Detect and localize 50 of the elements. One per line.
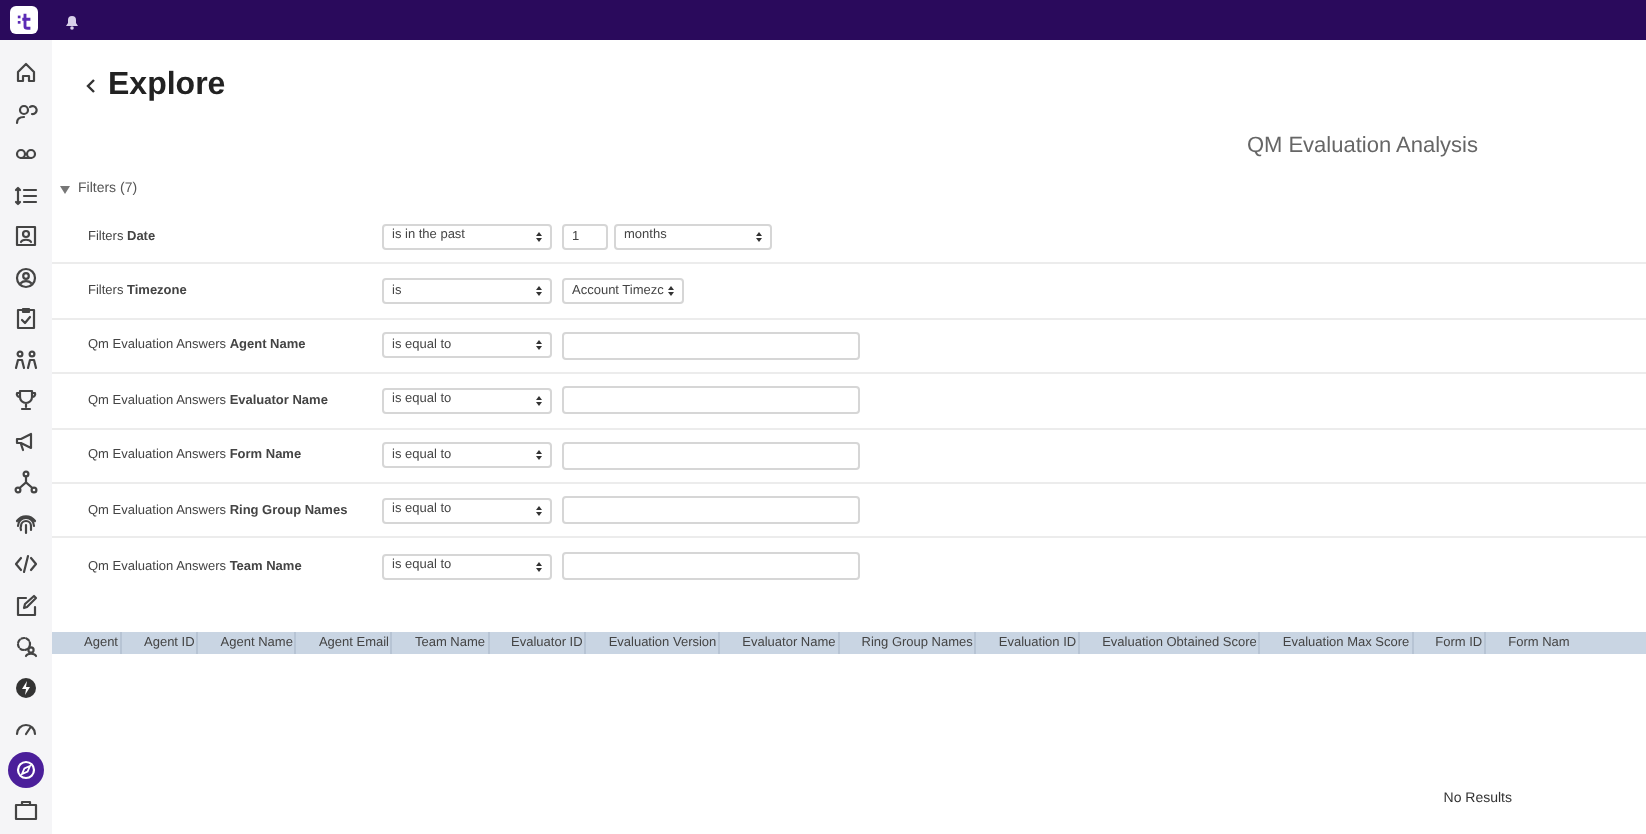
megaphone-icon bbox=[14, 429, 38, 453]
sidebar-item[interactable] bbox=[14, 306, 38, 330]
select-arrows-icon bbox=[536, 395, 542, 406]
compass-icon bbox=[14, 757, 38, 781]
contact-card-icon bbox=[14, 224, 38, 248]
value-field[interactable] bbox=[562, 386, 860, 415]
workflow-icon bbox=[14, 470, 38, 494]
fingerprint-icon bbox=[14, 511, 38, 535]
select-arrows-icon bbox=[536, 450, 542, 461]
caret-icon[interactable] bbox=[60, 185, 70, 194]
back-chevron-icon[interactable] bbox=[86, 78, 96, 94]
select-arrows-icon bbox=[536, 231, 542, 242]
sidebar-item[interactable] bbox=[14, 60, 38, 84]
sidebar-item[interactable] bbox=[14, 183, 38, 207]
value-field[interactable] bbox=[562, 441, 860, 470]
sidebar-item[interactable] bbox=[14, 511, 38, 535]
value-field[interactable] bbox=[562, 331, 860, 360]
briefcase-icon bbox=[14, 798, 38, 822]
sidebar-item[interactable] bbox=[14, 552, 38, 576]
list-icon bbox=[14, 183, 38, 207]
sidebar-item[interactable] bbox=[14, 347, 38, 371]
sidebar-item[interactable] bbox=[14, 675, 38, 699]
sidebar-item[interactable] bbox=[14, 470, 38, 494]
value-field[interactable] bbox=[562, 496, 860, 525]
app-logo-icon[interactable] bbox=[10, 6, 38, 34]
sidebar-item[interactable] bbox=[8, 751, 44, 787]
dashboard-title: QM Evaluation Analysis bbox=[1246, 132, 1478, 162]
sidebar-item[interactable] bbox=[14, 429, 38, 453]
select-arrows-icon bbox=[668, 286, 674, 297]
lightning-icon bbox=[14, 675, 38, 699]
code-icon bbox=[14, 552, 38, 576]
people-icon bbox=[14, 347, 38, 371]
select-arrows-icon bbox=[536, 340, 542, 351]
sidebar-item[interactable] bbox=[14, 388, 38, 412]
notification-bell-icon[interactable] bbox=[64, 11, 80, 29]
page-title: Explore bbox=[108, 70, 226, 102]
select-arrows-icon bbox=[536, 286, 542, 297]
sidebar-item[interactable] bbox=[14, 593, 38, 617]
value-field[interactable] bbox=[562, 552, 860, 581]
home-icon bbox=[14, 60, 38, 84]
trophy-icon bbox=[14, 388, 38, 412]
select-arrows-icon bbox=[536, 505, 542, 516]
select-arrows-icon bbox=[756, 231, 762, 242]
sidebar-item[interactable] bbox=[14, 798, 38, 822]
sidebar-item[interactable] bbox=[14, 101, 38, 125]
clipboard-icon bbox=[14, 306, 38, 330]
person-icon bbox=[14, 101, 38, 125]
edit-icon bbox=[14, 593, 38, 617]
sidebar-item[interactable] bbox=[14, 224, 38, 248]
select-arrows-icon bbox=[536, 561, 542, 572]
